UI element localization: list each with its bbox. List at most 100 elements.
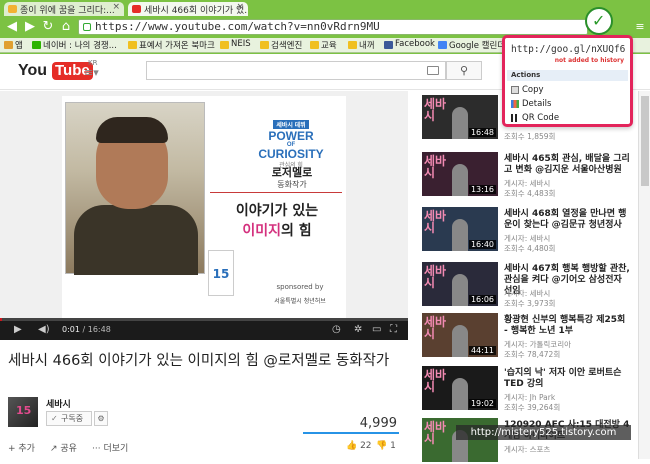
search-icon: ⚲ (459, 64, 469, 77)
keyboard-icon[interactable] (427, 66, 439, 75)
menu-icon[interactable]: ≡ (632, 19, 648, 35)
related-video-views: 조회수 78,472회 (504, 350, 561, 359)
sponsored-by: sponsored by (276, 283, 324, 291)
video-duration: 44:11 (468, 346, 496, 355)
bookmark-neis[interactable]: NEIS (220, 39, 251, 49)
share-button[interactable]: ↗ 공유 (50, 441, 77, 454)
bookmark-mine[interactable]: 내꺼 (348, 39, 375, 51)
channel-name[interactable]: 세바시 (46, 397, 71, 410)
related-video-title[interactable]: 황광현 신부의 행복특강 제25회 - 행복한 노년 1부 (504, 315, 632, 337)
related-video-channel: 게시자: 스포츠 (504, 445, 551, 454)
dislike-button[interactable]: 👎 1 (376, 441, 396, 451)
related-video-title[interactable]: 세바시 468회 열정을 만나면 행운이 찾는다 @김문규 청년정사 (504, 209, 632, 231)
url-text: https://www.youtube.com/watch?v=nn0vRdrn… (95, 20, 380, 33)
lock-icon (83, 23, 91, 31)
qr-code-icon (511, 114, 519, 122)
tab-1[interactable]: 종이 위에 꿈을 그리다:... × (4, 2, 124, 16)
video-player[interactable]: 세바시 데뷔 POWER OF CURIOSITY 관심의 힘 로저멜로 동화작… (0, 91, 408, 340)
related-video-title[interactable]: '습지의 낙' 저자 이안 로버트슨 TED 강의 (504, 368, 632, 390)
related-video-item[interactable]: 세바 시 16:40 세바시 468회 열정을 만나면 행운이 찾는다 @김문규 청년… (422, 207, 632, 253)
logo-you: You (18, 62, 48, 79)
video-duration: 16:40 (468, 240, 496, 249)
video-duration: 16:48 (468, 128, 496, 137)
forward-icon[interactable]: ▶ (22, 19, 38, 35)
close-icon[interactable]: × (236, 2, 244, 12)
watermark: http://mistery525.tistory.com (456, 425, 631, 440)
scrollbar[interactable] (638, 91, 650, 459)
copy-icon (511, 86, 519, 94)
search-input[interactable] (146, 61, 446, 80)
bookmark-naver[interactable]: 네이버 : 나의 경쟁... (32, 39, 117, 51)
play-icon[interactable]: ▶ (14, 324, 22, 335)
url-shortener-extension-icon[interactable]: ✓ (585, 7, 613, 35)
divider (210, 192, 342, 193)
tab-favicon (8, 5, 17, 13)
speaker-name: 로저멜로 (271, 166, 313, 179)
related-video-views: 조회수 1,859회 (504, 132, 556, 141)
video-thumbnail[interactable]: 세바 시 16:06 (422, 262, 498, 306)
video-thumbnail[interactable]: 세바 시 19:02 (422, 366, 498, 410)
video-frame: 세바시 데뷔 POWER OF CURIOSITY 관심의 힘 로저멜로 동화작… (62, 96, 346, 322)
time-display: 0:01 / 16:48 (62, 325, 111, 334)
like-ratio-bar (303, 432, 399, 434)
plus-icon: + (8, 444, 19, 454)
video-thumbnail[interactable]: 세바 시 16:48 (422, 95, 498, 139)
qr-code-action[interactable]: QR Code (511, 113, 559, 123)
bookmark-facebook[interactable]: Facebook (384, 39, 435, 49)
video-thumbnail[interactable]: 세바 시 13:16 (422, 152, 498, 196)
related-video-item[interactable]: 세바 시 16:06 세바시 467회 행복 행방할 관찬, 관심을 켜다 @기어오 … (422, 262, 632, 308)
watch-later-icon[interactable]: ◷ (332, 324, 341, 335)
related-video-views: 조회수 4,480회 (504, 244, 556, 253)
video-thumbnail[interactable]: 세바 시 16:40 (422, 207, 498, 251)
details-action[interactable]: Details (511, 99, 551, 109)
search-button[interactable]: ⚲ (446, 61, 482, 80)
related-video-title[interactable]: 세바시 465회 관심, 배달을 그리고 변화 @김지운 서울아산병원 (504, 154, 632, 176)
bookmark-edu[interactable]: 교육 (310, 39, 337, 51)
reload-icon[interactable]: ↻ (40, 19, 56, 35)
progress-bar[interactable] (0, 318, 408, 321)
address-bar[interactable]: https://www.youtube.com/watch?v=nn0vRdrn… (78, 19, 588, 35)
bookmark-search[interactable]: 검색엔진 (260, 39, 302, 51)
copy-action[interactable]: Copy (511, 85, 544, 95)
short-url[interactable]: http://goo.gl/nXUQf6 (511, 44, 625, 55)
owner-row: 15 세바시 ✓ 구독중 ⚙ 4,999 (8, 397, 403, 434)
action-bar: + 추가 ↗ 공유 ··· 더보기 👍 22 👎 1 (8, 438, 403, 456)
home-icon[interactable]: ⌂ (58, 19, 74, 35)
sponsor-logos: 서울특별시 청년허브 (274, 298, 326, 305)
bookmark-apps[interactable]: 앱 (4, 39, 23, 51)
speaker-role: 동화작가 (277, 180, 307, 189)
related-video-views: 조회수 3,973회 (504, 299, 556, 308)
subscription-settings-icon[interactable]: ⚙ (94, 411, 108, 426)
theater-mode-icon[interactable]: ▭ (372, 324, 381, 335)
settings-icon[interactable]: ✲ (354, 324, 362, 335)
related-video-item[interactable]: 세바 시 44:11 황광현 신부의 행복특강 제25회 - 행복한 노년 1부 게시자… (422, 313, 632, 359)
video-duration: 13:16 (468, 185, 496, 194)
volume-icon[interactable]: ◀) (38, 324, 50, 335)
view-count: 4,999 (359, 416, 397, 431)
youtube-favicon (132, 5, 141, 13)
history-status: not added to history (554, 57, 624, 64)
talk-title-line2: 이미지의 힘 (242, 223, 312, 239)
video-duration: 16:06 (468, 295, 496, 304)
related-video-item[interactable]: 세바 시 19:02 '습지의 낙' 저자 이안 로버트슨 TED 강의 게시자: Jh… (422, 366, 632, 412)
guide-menu-icon[interactable]: ≡▾ (84, 66, 99, 79)
channel-avatar[interactable]: 15 (8, 397, 38, 427)
share-icon: ↗ (50, 444, 61, 454)
related-video-views: 조회수 4,483회 (504, 189, 556, 198)
navigation-bar: ◀ ▶ ↻ ⌂ https://www.youtube.com/watch?v=… (0, 17, 650, 37)
fullscreen-icon[interactable]: ⛶ (390, 324, 397, 335)
video-title: 세바시 466회 이야기가 있는 이미지의 힘 @로저멜로 동화작가 (8, 353, 390, 369)
add-button[interactable]: + 추가 (8, 441, 35, 454)
bookmark-folder[interactable]: 표예서 가져온 북마크 (128, 39, 215, 51)
related-video-item[interactable]: 세바 시 13:16 세바시 465회 관심, 배달을 그리고 변화 @김지운 서울아… (422, 152, 632, 198)
back-icon[interactable]: ◀ (4, 19, 20, 35)
like-button[interactable]: 👍 22 (346, 441, 372, 451)
subscribe-button[interactable]: ✓ 구독중 (46, 411, 92, 426)
video-thumbnail[interactable]: 세바 시 44:11 (422, 313, 498, 357)
talk-title-line1: 이야기가 있는 (235, 203, 319, 219)
tab-2[interactable]: 세바시 466회 이야기가 있... × (128, 2, 248, 16)
more-button[interactable]: ··· 더보기 (92, 441, 128, 454)
bookmark-google-calendar[interactable]: Google 캘린더 (438, 39, 505, 51)
close-icon[interactable]: × (112, 2, 120, 12)
tab-label: 종이 위에 꿈을 그리다:... (20, 6, 115, 16)
